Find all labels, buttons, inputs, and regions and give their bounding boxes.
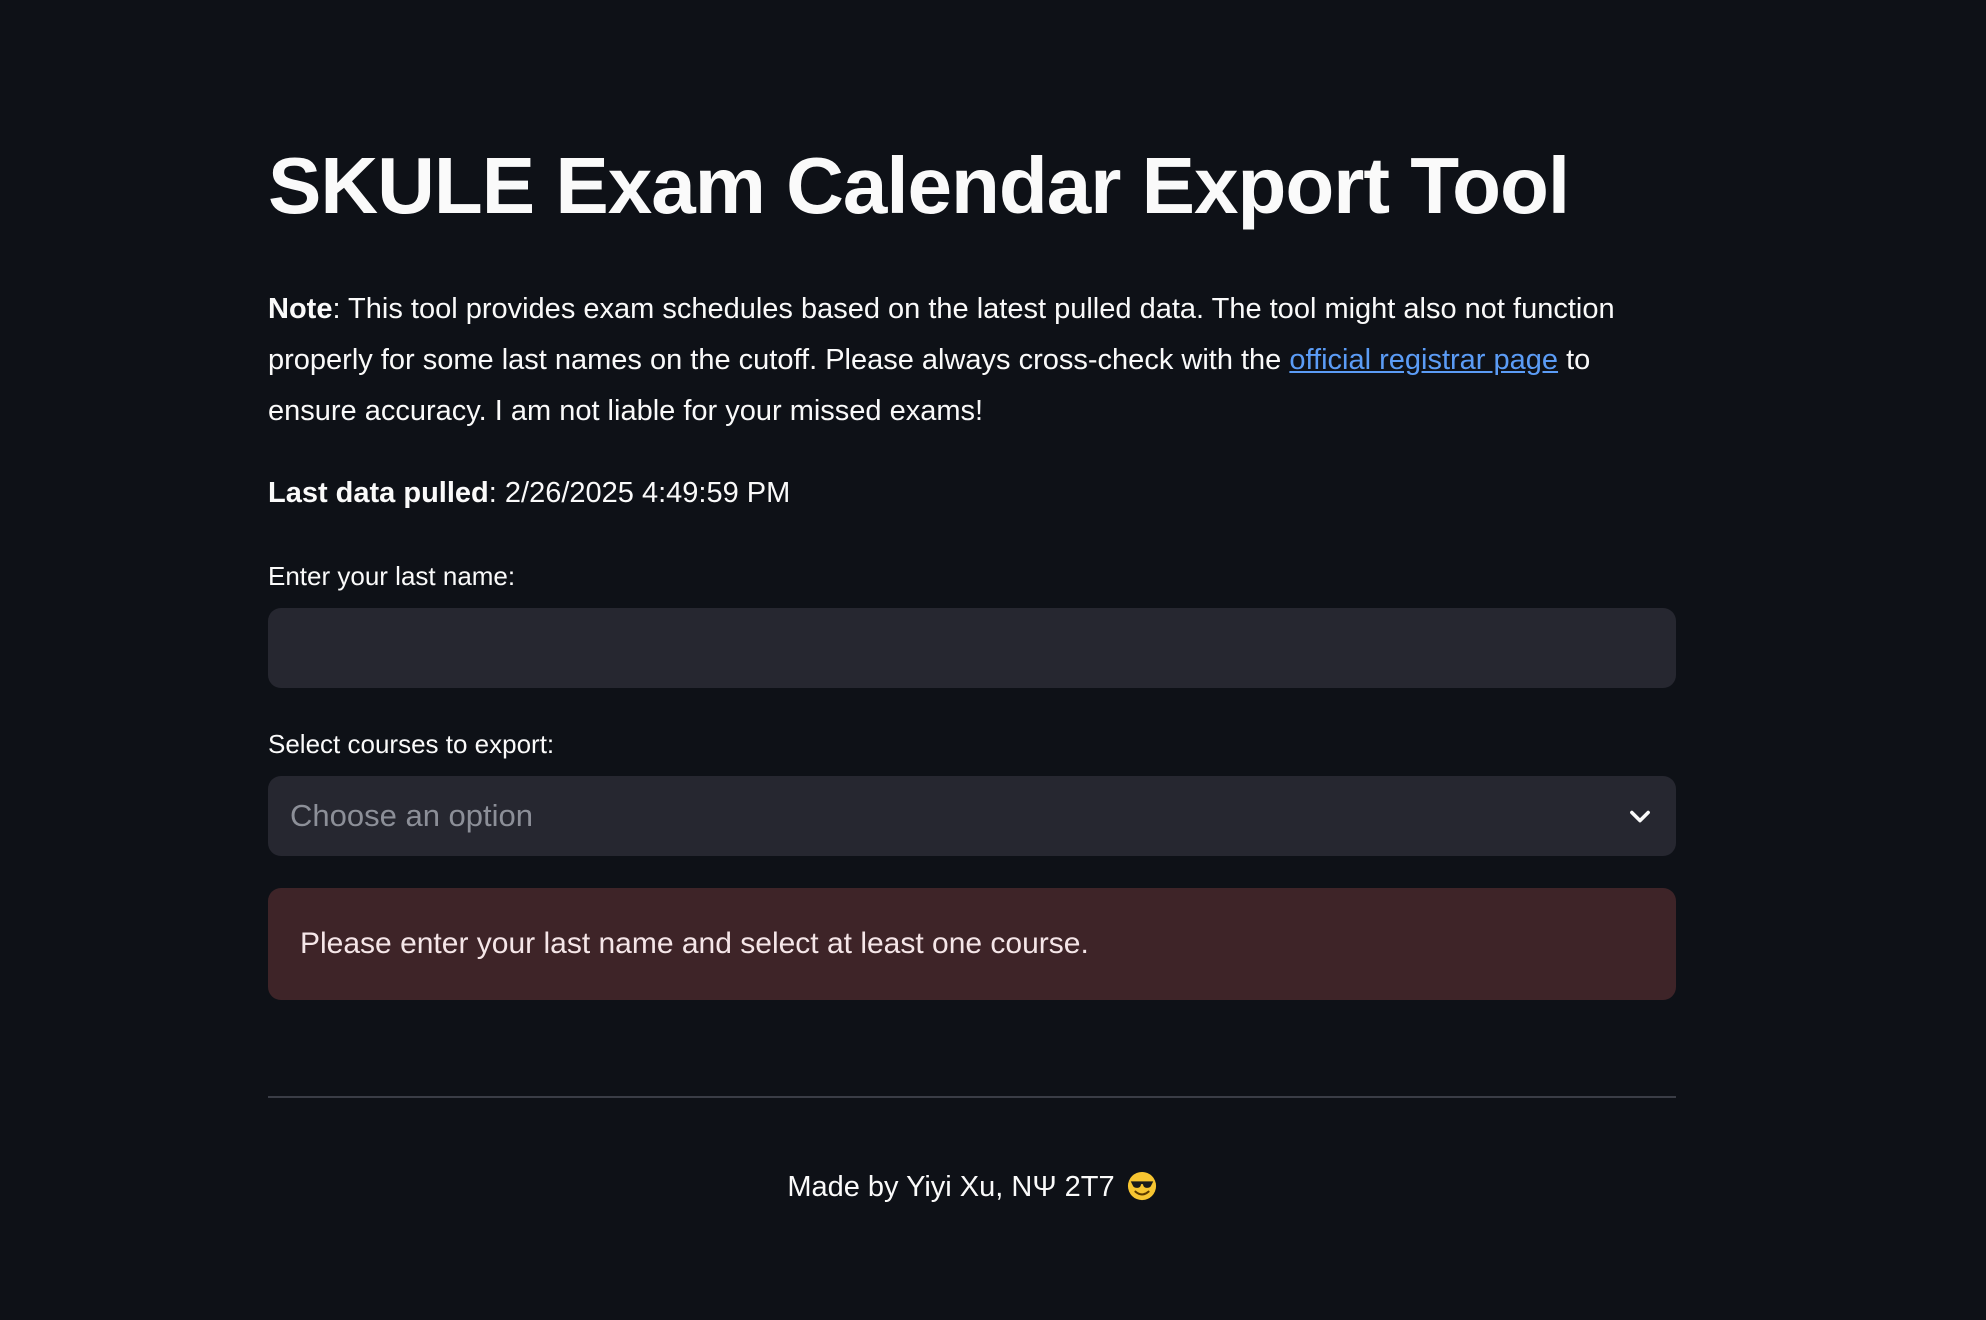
last-pulled-value: : 2/26/2025 4:49:59 PM	[488, 477, 791, 509]
courses-label: Select courses to export:	[268, 729, 555, 759]
note-label: Note	[268, 293, 333, 325]
last-pulled-line: Last data pulled: 2/26/2025 4:49:59 PM	[268, 468, 790, 519]
alert-message: Please enter your last name and select a…	[300, 927, 1089, 960]
chevron-down-icon[interactable]	[1626, 802, 1654, 830]
last-pulled-label: Last data pulled	[268, 477, 489, 509]
footer: Made by Yiyi Xu, NΨ 2T7	[268, 1166, 1676, 1208]
page-title: SKULE Exam Calendar Export Tool	[268, 141, 1570, 230]
last-name-input[interactable]	[268, 608, 1676, 688]
divider	[268, 1096, 1676, 1098]
smiling-face-with-sunglasses-icon	[1127, 1171, 1156, 1201]
registrar-link[interactable]: official registrar page	[1289, 344, 1558, 376]
footer-text: Made by Yiyi Xu, NΨ 2T7	[787, 1171, 1115, 1203]
warning-alert: Please enter your last name and select a…	[268, 888, 1676, 1000]
last-name-label: Enter your last name:	[268, 561, 516, 591]
courses-select[interactable]: Choose an option	[268, 776, 1676, 856]
courses-select-placeholder: Choose an option	[290, 798, 534, 833]
note-paragraph: Note: This tool provides exam schedules …	[268, 284, 1676, 437]
